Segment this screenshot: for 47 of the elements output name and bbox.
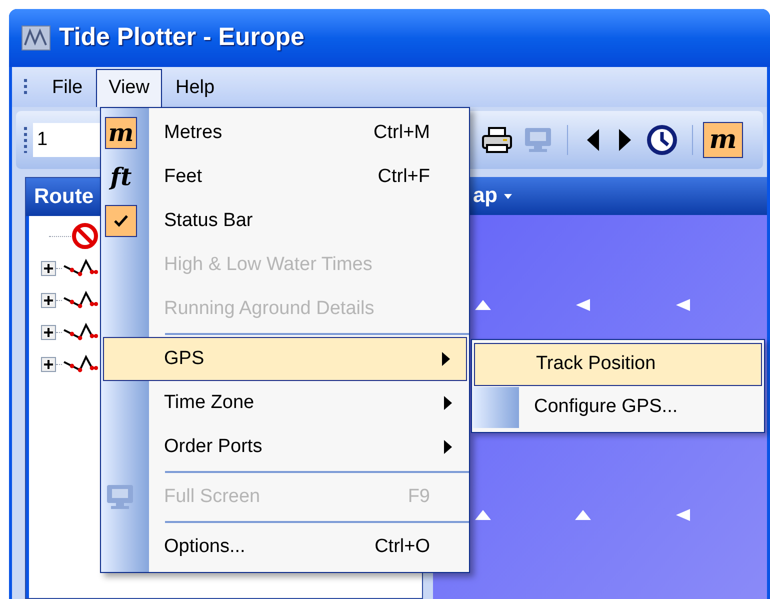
- no-entry-icon: [71, 222, 99, 250]
- expand-toggle[interactable]: [41, 356, 56, 372]
- monitor-icon: [523, 126, 553, 154]
- left-arrow-icon: [675, 509, 691, 521]
- grip-icon: [24, 79, 27, 97]
- monitor-icon: [105, 483, 135, 511]
- panel-title: Route: [34, 184, 94, 210]
- up-arrow-icon: [475, 299, 491, 311]
- menu-item[interactable]: Status Bar: [101, 199, 469, 243]
- route-icon: [62, 258, 98, 278]
- plus-icon: [44, 360, 53, 368]
- menu-item[interactable]: Options... Ctrl+O: [101, 525, 469, 569]
- menu-title[interactable]: File: [39, 69, 96, 107]
- plus-icon: [44, 328, 53, 336]
- right-triangle-icon: [618, 128, 632, 152]
- submenu-item[interactable]: Track Position: [474, 343, 762, 386]
- menu-title[interactable]: Help: [162, 69, 228, 107]
- expand-toggle[interactable]: [41, 324, 56, 340]
- metres-button[interactable]: m: [703, 122, 743, 158]
- submenu-arrow-icon: [444, 440, 452, 454]
- route-icon: [62, 290, 98, 310]
- expand-toggle[interactable]: [41, 292, 56, 308]
- window-title: Tide Plotter - Europe: [59, 22, 304, 54]
- panel-title: ap: [473, 183, 498, 210]
- grip-icon: [24, 127, 27, 153]
- left-triangle-icon: [586, 128, 600, 152]
- menu-item[interactable]: GPS: [103, 337, 467, 381]
- left-arrow-icon: [675, 299, 691, 311]
- unit-icon: ft: [105, 161, 137, 193]
- left-arrow-icon: [575, 299, 591, 311]
- up-arrow-icon: [475, 509, 491, 521]
- menu-item[interactable]: Order Ports: [101, 425, 469, 469]
- menu-title[interactable]: View: [96, 69, 162, 107]
- up-arrow-icon: [575, 509, 591, 521]
- submenu-arrow-icon: [442, 352, 450, 366]
- submenu-arrow-icon: [444, 396, 452, 410]
- plus-icon: [44, 264, 53, 272]
- route-icon: [62, 354, 98, 374]
- unit-icon: m: [105, 117, 137, 149]
- dropdown-icon: [504, 194, 512, 198]
- app-icon: [21, 25, 51, 51]
- route-icon: [62, 322, 98, 342]
- expand-toggle[interactable]: [41, 260, 56, 276]
- submenu-item[interactable]: Configure GPS...: [472, 386, 764, 429]
- plus-icon: [44, 296, 53, 304]
- menu-item[interactable]: ft Feet Ctrl+F: [101, 155, 469, 199]
- menu-item[interactable]: Time Zone: [101, 381, 469, 425]
